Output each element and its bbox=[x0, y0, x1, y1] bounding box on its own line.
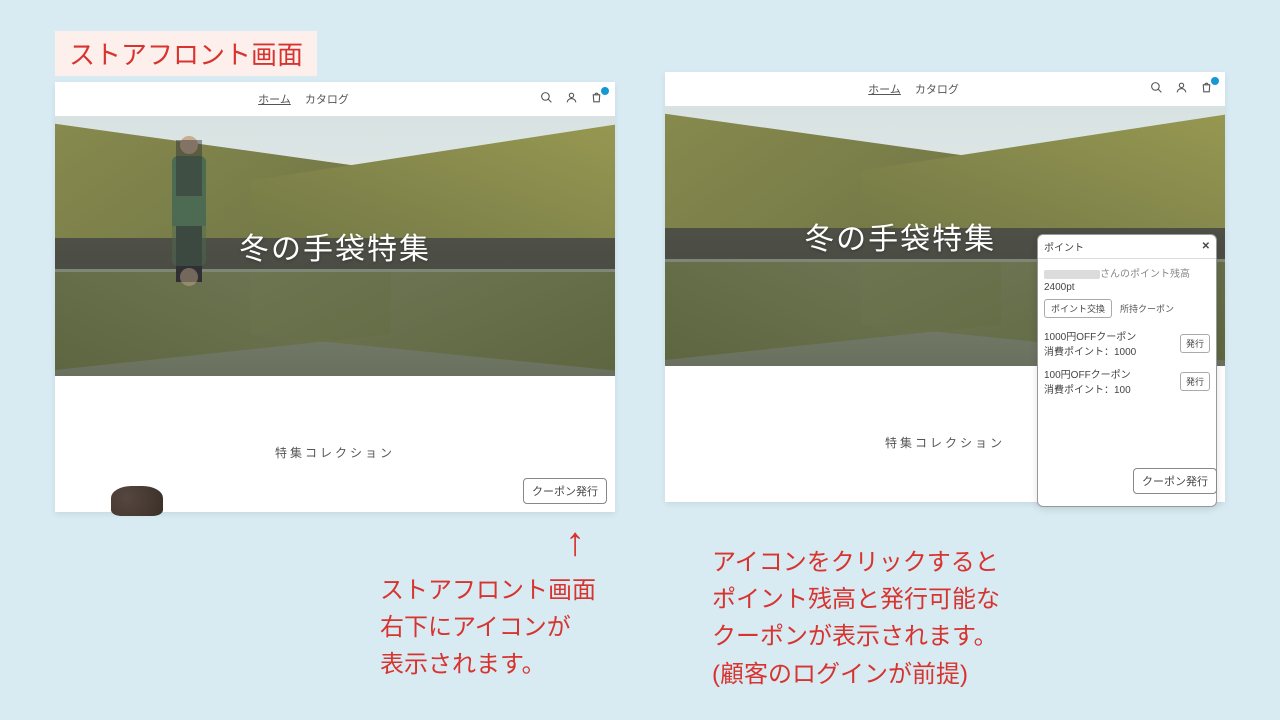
popup-title: ポイント bbox=[1044, 239, 1084, 254]
tab-exchange[interactable]: ポイント交換 bbox=[1044, 299, 1112, 318]
coupon-name: 1000円OFFクーポン bbox=[1044, 328, 1136, 343]
caption-left: ストアフロント画面右下にアイコンが表示されます。 bbox=[380, 572, 596, 684]
coupon-name: 100円OFFクーポン bbox=[1044, 366, 1131, 381]
cart-icon[interactable] bbox=[1200, 81, 1213, 97]
user-icon[interactable] bbox=[565, 91, 578, 107]
search-icon[interactable] bbox=[1150, 81, 1163, 97]
nav-home[interactable]: ホーム bbox=[868, 81, 901, 97]
coupon-cost: 消費ポイント：100 bbox=[1044, 381, 1131, 396]
coupon-issue-button[interactable]: クーポン発行 bbox=[523, 478, 607, 504]
collection-heading: 特集コレクション bbox=[55, 444, 615, 461]
nav-home[interactable]: ホーム bbox=[258, 91, 291, 107]
glove-thumbnail bbox=[111, 486, 163, 516]
caption-right: アイコンをクリックするとポイント残高と発行可能なクーポンが表示されます。(顧客の… bbox=[712, 544, 1000, 693]
coupon-row: 100円OFFクーポン 消費ポイント：100 発行 bbox=[1044, 362, 1210, 400]
cart-badge bbox=[601, 87, 609, 95]
issue-button[interactable]: 発行 bbox=[1180, 334, 1210, 353]
coupon-row: 1000円OFFクーポン 消費ポイント：1000 発行 bbox=[1044, 324, 1210, 362]
top-nav: ホーム カタログ bbox=[665, 72, 1225, 106]
points-balance: 2400pt bbox=[1044, 282, 1210, 293]
close-icon[interactable]: ✕ bbox=[1202, 241, 1210, 252]
cart-icon[interactable] bbox=[590, 91, 603, 107]
slide-title: ストアフロント画面 bbox=[55, 31, 317, 76]
nav-catalog[interactable]: カタログ bbox=[305, 91, 349, 107]
issue-button[interactable]: 発行 bbox=[1180, 372, 1210, 391]
nav-catalog[interactable]: カタログ bbox=[915, 81, 959, 97]
arrow-up-icon: ↑ bbox=[565, 520, 585, 565]
coupon-issue-button[interactable]: クーポン発行 bbox=[1133, 468, 1217, 494]
popup-user-line: さんのポイント残高 bbox=[1044, 265, 1210, 280]
cart-badge bbox=[1211, 77, 1219, 85]
tab-owned[interactable]: 所持クーポン bbox=[1120, 300, 1174, 317]
coupon-cost: 消費ポイント：1000 bbox=[1044, 343, 1136, 358]
user-icon[interactable] bbox=[1175, 81, 1188, 97]
hero-banner: 冬の手袋特集 bbox=[55, 116, 615, 376]
storefront-left: ホーム カタログ 冬の手袋特集 特集コレクション クーポン発行 bbox=[55, 82, 615, 512]
top-nav: ホーム カタログ bbox=[55, 82, 615, 116]
hero-title: 冬の手袋特集 bbox=[804, 214, 996, 258]
search-icon[interactable] bbox=[540, 91, 553, 107]
points-popup: ポイント ✕ さんのポイント残高 2400pt ポイント交換 所持クーポン 10… bbox=[1037, 234, 1217, 507]
storefront-right: ホーム カタログ 冬の手袋特集 特集コレクション ポイント ✕ bbox=[665, 72, 1225, 502]
user-name-redacted bbox=[1044, 270, 1100, 279]
hero-title: 冬の手袋特集 bbox=[239, 224, 431, 268]
